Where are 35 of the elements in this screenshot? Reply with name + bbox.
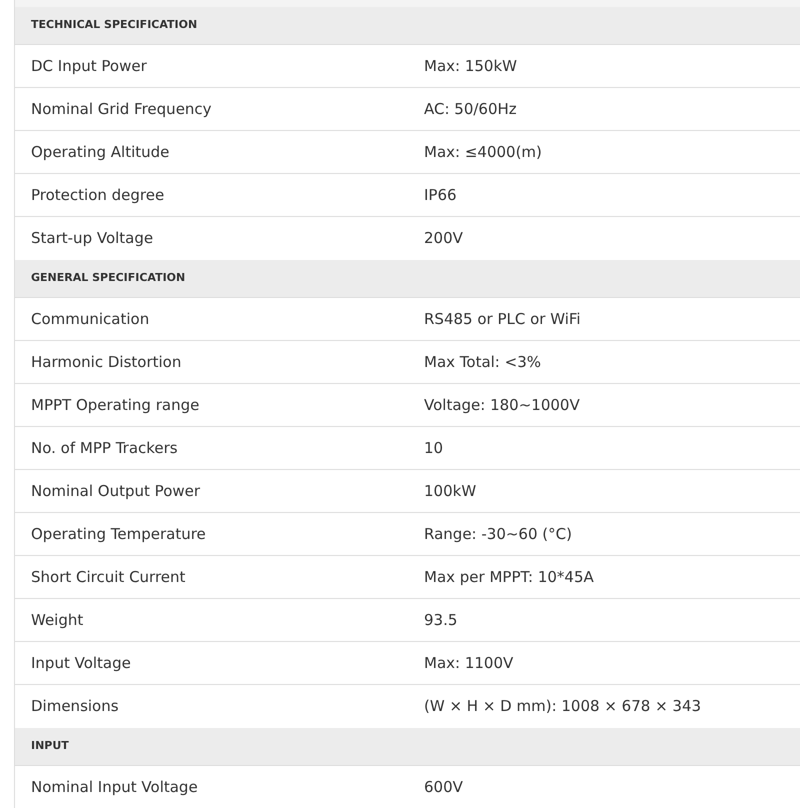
spec-label: Nominal Input Voltage [31, 778, 198, 796]
spec-value: Max per MPPT: 10*45A [424, 568, 594, 586]
spec-label: Start-up Voltage [31, 229, 154, 248]
spec-label: Weight [31, 610, 84, 629]
spec-value: 200V [424, 229, 463, 248]
spec-label: Nominal Output Power [31, 482, 200, 500]
spec-label: Harmonic Distortion [31, 352, 182, 371]
spec-value: Max: 1100V [424, 654, 514, 672]
spec-label: Nominal Grid Frequency [31, 100, 212, 118]
spec-label: Protection degree [31, 186, 164, 204]
spec-value: RS485 or PLC or WiFi [424, 310, 581, 328]
section-title: GENERAL SPECIFICATION [31, 270, 186, 286]
spec-label: Short Circuit Current [31, 568, 186, 586]
spec-label: Communication [31, 310, 150, 328]
spec-value: Max: 150kW [424, 56, 517, 75]
spec-value: 600V [424, 778, 463, 796]
spec-value: Voltage: 180~1000V [424, 396, 580, 414]
spec-label: MPPT Operating range [31, 396, 200, 414]
spec-value: (W × H × D mm): 1008 × 678 × 343 [424, 697, 702, 716]
spec-value: 93.5 [424, 610, 458, 629]
spec-label: Operating Temperature [31, 524, 206, 543]
spec-label: Operating Altitude [31, 142, 170, 161]
spec-label: DC Input Power [31, 56, 147, 75]
spec-value: 100kW [424, 482, 476, 500]
spec-value: IP66 [424, 186, 457, 204]
spec-value: 10 [424, 438, 444, 457]
spec-label: Dimensions [31, 697, 119, 716]
spec-value: Max: ≤4000(m) [424, 142, 542, 161]
spec-value: Max Total: <3% [424, 352, 541, 371]
spec-value: AC: 50/60Hz [424, 100, 517, 118]
spec-label: Input Voltage [31, 654, 131, 672]
spec-value: Range: -30~60 (°C) [424, 524, 572, 543]
section-title: TECHNICAL SPECIFICATION [31, 17, 198, 34]
spec-label: No. of MPP Trackers [31, 438, 178, 457]
section-title: INPUT [31, 738, 69, 754]
